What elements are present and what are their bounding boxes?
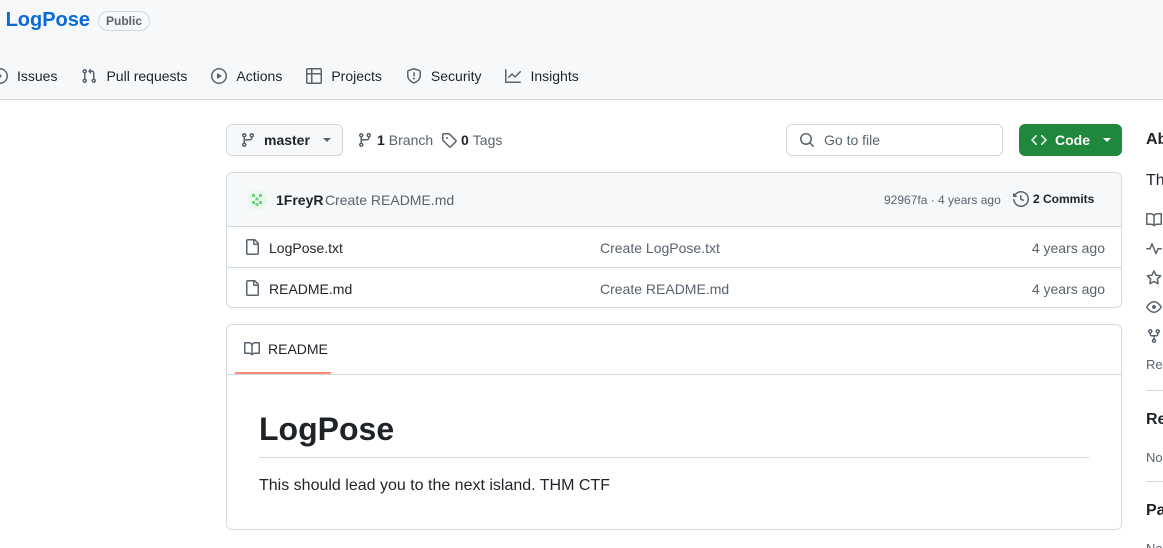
repo-header: / LogPose Public Issues Pull requests Ac… <box>0 0 1163 100</box>
tab-actions[interactable]: Actions <box>211 66 282 86</box>
commits-history-link[interactable]: 2 Commits <box>1013 191 1094 207</box>
git-branch-icon <box>241 133 254 148</box>
tab-pull-requests[interactable]: Pull requests <box>81 66 187 86</box>
tab-security[interactable]: Security <box>406 66 482 86</box>
visibility-badge: Public <box>98 10 151 31</box>
chevron-down-icon <box>322 138 331 142</box>
readme-panel: README LogPose This should lead you to t… <box>226 324 1122 530</box>
tab-label: Security <box>430 68 482 84</box>
file-age: 4 years ago <box>1031 281 1105 297</box>
tab-label: Insights <box>530 68 579 84</box>
tab-insights[interactable]: Insights <box>505 66 579 86</box>
history-icon <box>1013 191 1029 207</box>
git-pull-request-icon <box>82 68 97 84</box>
code-icon <box>1031 134 1047 146</box>
tab-projects[interactable]: Projects <box>306 66 382 86</box>
file-icon <box>246 280 259 296</box>
readme-body: This should lead you to the next island.… <box>259 477 610 494</box>
graph-icon <box>505 69 522 83</box>
tags-link[interactable]: 0 Tags <box>441 132 502 148</box>
table-row[interactable]: README.md Create README.md 4 years ago <box>227 268 1121 307</box>
file-name-link[interactable]: LogPose.txt <box>269 240 343 256</box>
file-commit-message-link[interactable]: Create LogPose.txt <box>600 240 720 256</box>
table-icon <box>306 68 323 84</box>
file-browser: 1FreyR Create README.md 92967fa · 4 year… <box>226 172 1122 308</box>
search-icon <box>800 133 815 148</box>
issue-opened-icon <box>0 68 8 84</box>
commit-message-link[interactable]: Create README.md <box>325 192 454 208</box>
latest-commit-bar: 1FreyR Create README.md 92967fa · 4 year… <box>227 173 1121 227</box>
eye-icon[interactable] <box>1146 299 1162 315</box>
file-commit-message-link[interactable]: Create README.md <box>600 281 729 297</box>
tags-label: Tags <box>472 132 503 148</box>
go-to-file-search[interactable] <box>786 124 1003 156</box>
tab-issues[interactable]: Issues <box>0 66 57 86</box>
about-description: Th <box>1146 172 1163 189</box>
go-to-file-input[interactable] <box>824 132 994 148</box>
tab-label: Issues <box>17 68 58 84</box>
repo-nav: Issues Pull requests Actions Projects Se… <box>0 66 603 86</box>
branch-name: master <box>264 132 310 148</box>
file-age: 4 years ago <box>1031 240 1105 256</box>
chevron-down-icon <box>1103 138 1111 142</box>
repo-name-link[interactable]: LogPose <box>6 9 90 32</box>
packages-text: No <box>1146 541 1163 548</box>
shield-icon <box>406 68 421 84</box>
table-row[interactable]: LogPose.txt Create LogPose.txt 4 years a… <box>227 227 1121 268</box>
releases-text: No <box>1146 450 1163 465</box>
about-sidebar: Ab Th Rep Re No Pa No <box>1146 0 1163 548</box>
about-heading: Ab <box>1146 131 1163 148</box>
tab-label: Projects <box>331 68 382 84</box>
pulse-icon[interactable] <box>1146 241 1162 257</box>
git-branch-icon <box>358 133 371 148</box>
report-repository-link[interactable]: Rep <box>1146 357 1163 372</box>
commits-count: 2 Commits <box>1033 192 1095 206</box>
readme-heading: LogPose <box>259 409 1089 458</box>
repo-title: / LogPose Public <box>0 9 151 32</box>
star-icon[interactable] <box>1146 270 1162 286</box>
file-icon <box>246 239 259 255</box>
tab-label: Actions <box>236 68 283 84</box>
readme-tab-label: README <box>268 340 328 357</box>
tab-label: Pull requests <box>106 68 188 84</box>
branches-link[interactable]: 1 Branch <box>357 132 433 148</box>
commit-author-link[interactable]: 1FreyR <box>276 192 323 208</box>
tab-readme[interactable]: README <box>235 325 331 374</box>
code-button[interactable]: Code <box>1019 124 1122 156</box>
fork-icon[interactable] <box>1146 328 1162 344</box>
code-button-label: Code <box>1055 132 1090 148</box>
branch-selector-button[interactable]: master <box>226 124 343 156</box>
packages-heading[interactable]: Pa <box>1146 502 1163 520</box>
tag-icon <box>442 133 457 148</box>
sidebar-divider <box>1146 390 1163 391</box>
sidebar-divider <box>1146 481 1163 482</box>
book-icon <box>244 341 260 355</box>
branches-label: Branch <box>388 132 434 148</box>
tags-count: 0 <box>461 132 469 148</box>
releases-heading[interactable]: Re <box>1146 411 1163 429</box>
avatar[interactable] <box>247 190 267 210</box>
file-name-link[interactable]: README.md <box>269 281 352 297</box>
readme-divider <box>227 374 1121 375</box>
commit-hash-age[interactable]: 92967fa · 4 years ago <box>884 193 1001 207</box>
play-icon <box>211 68 228 84</box>
book-icon[interactable] <box>1146 212 1162 228</box>
identicon-icon <box>252 194 262 206</box>
branches-count: 1 <box>377 132 385 148</box>
